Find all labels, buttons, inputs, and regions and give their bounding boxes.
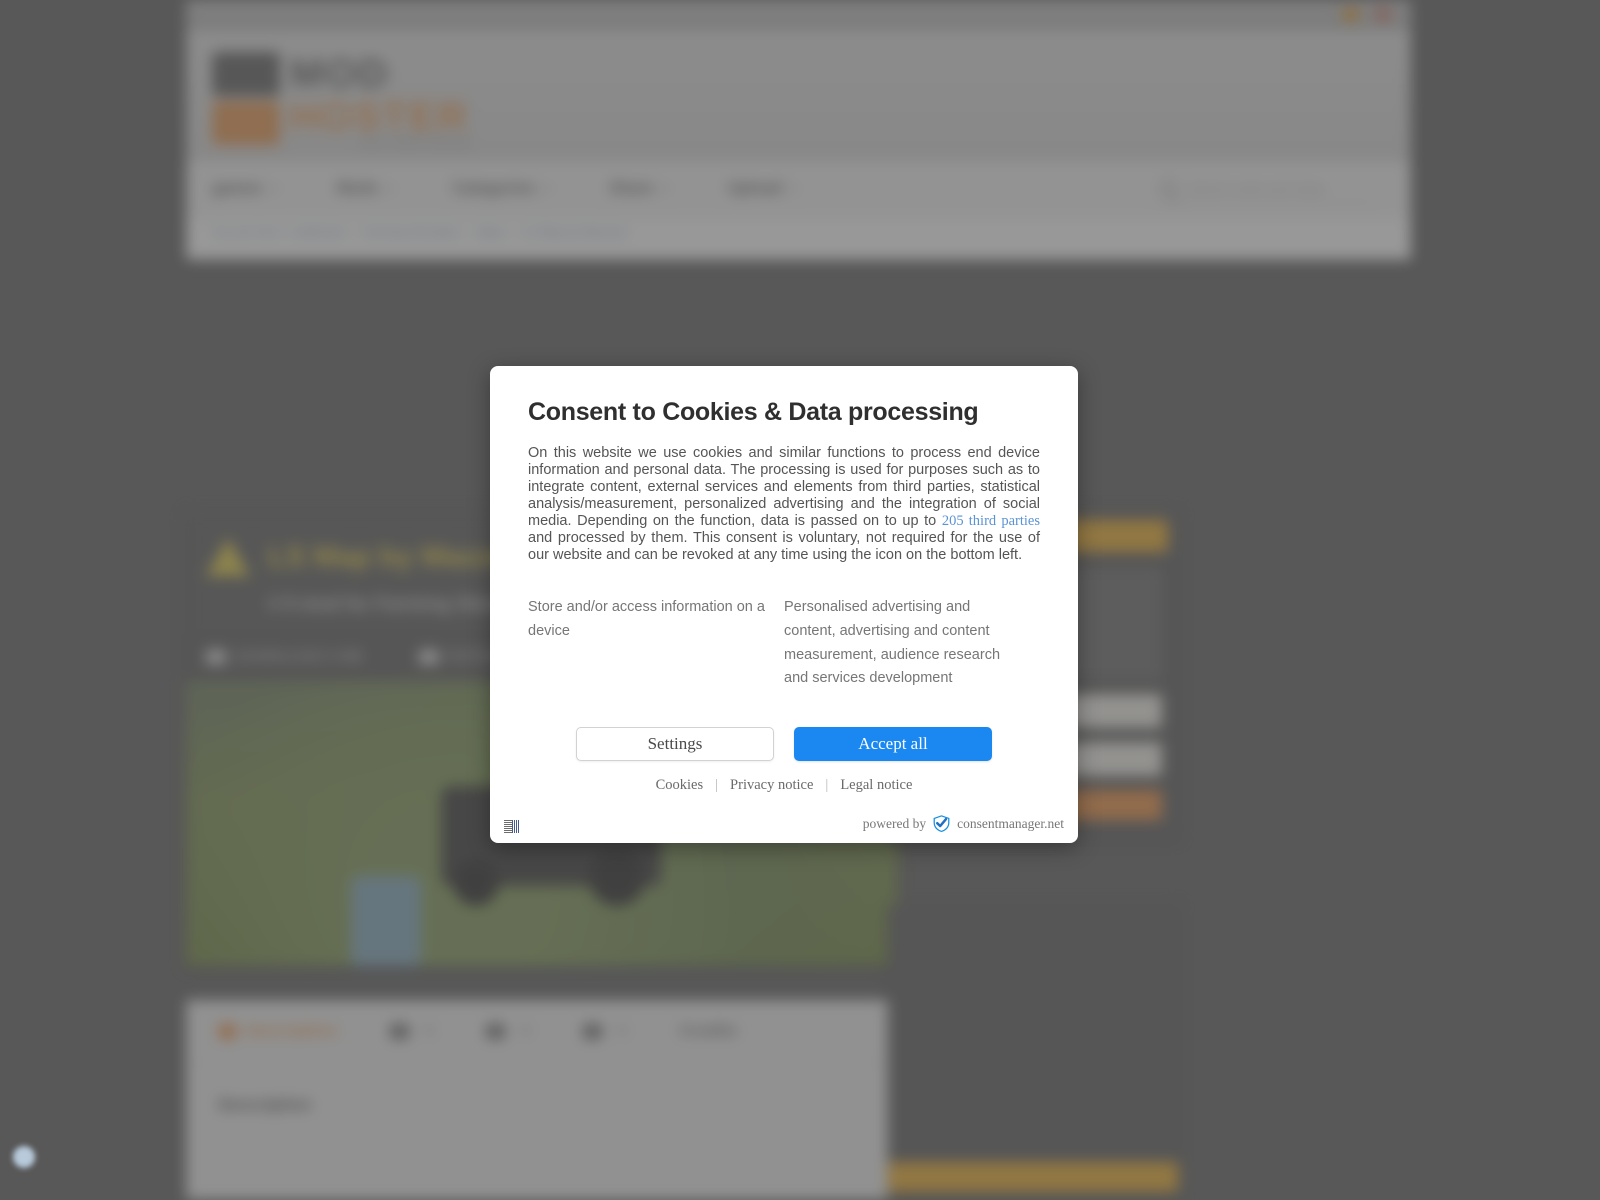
purposes-list: Store and/or access information on a dev… [528, 596, 1040, 692]
link-separator: | [715, 777, 719, 794]
legal-notice-link[interactable]: Legal notice [840, 777, 912, 794]
page-title: Consent to Cookies & Data processing [528, 398, 979, 426]
accept-all-button[interactable]: Accept all [794, 727, 992, 762]
language-flags-icon[interactable] [504, 820, 520, 834]
consent-text-after-link: and processed by them. This consent is v… [528, 529, 1040, 563]
screen: MOD HOSTER your mods hosting games ▾ [0, 0, 1600, 1200]
dialog-footer-links: Cookies | Privacy notice | Legal notice [528, 777, 1040, 794]
powered-by[interactable]: powered by consentmanager.net [863, 814, 1064, 833]
dialog-footer: powered by consentmanager.net [490, 794, 1078, 843]
purpose-item-advertising: Personalised advertising and content, ad… [784, 598, 1001, 687]
dialog-actions: Settings Accept all [528, 727, 1040, 762]
settings-button[interactable]: Settings [576, 727, 774, 762]
consent-description: On this website we use cookies and simil… [528, 445, 1040, 564]
consentmanager-brand: consentmanager.net [957, 815, 1064, 831]
third-parties-link[interactable]: 205 third parties [942, 513, 1040, 529]
privacy-notice-link[interactable]: Privacy notice [730, 777, 813, 794]
consent-dialog: Consent to Cookies & Data processing On … [490, 366, 1078, 844]
cookies-link[interactable]: Cookies [656, 777, 704, 794]
purpose-item-storage: Store and/or access information on a dev… [528, 598, 765, 639]
link-separator: | [825, 777, 829, 794]
consentmanager-shield-check-icon [932, 814, 951, 833]
powered-by-label: powered by [862, 815, 927, 831]
cookie-revoke-icon[interactable] [13, 1146, 35, 1168]
